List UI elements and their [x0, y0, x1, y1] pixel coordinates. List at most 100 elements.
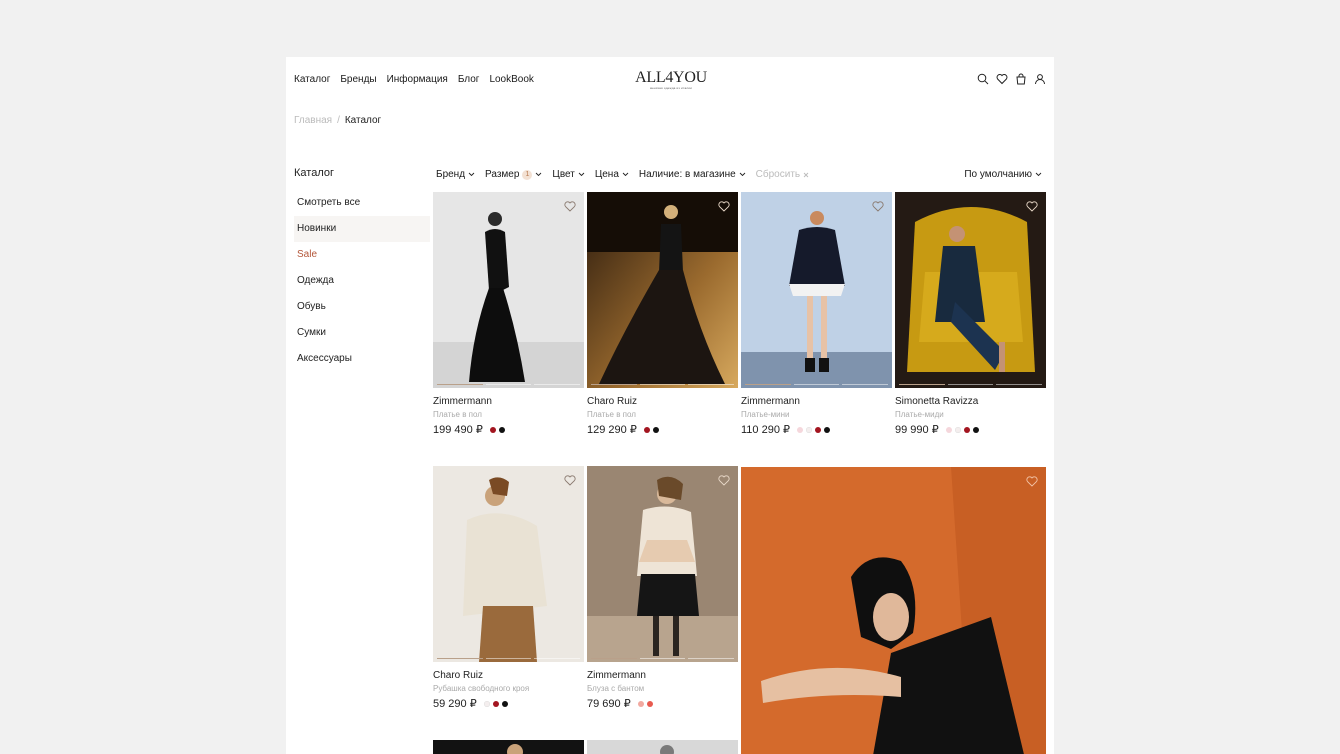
chevron-down-icon	[1035, 172, 1042, 177]
product-photo[interactable]	[587, 466, 738, 662]
product-price: 99 990 ₽	[895, 424, 939, 436]
sidebar-item-sale[interactable]: Sale	[294, 242, 430, 268]
color-swatch[interactable]	[492, 700, 499, 707]
product-brand[interactable]: Zimmermann	[741, 396, 892, 407]
product-photo[interactable]	[741, 192, 892, 388]
product-brand[interactable]: Zimmermann	[587, 670, 738, 681]
product-photo[interactable]	[433, 466, 584, 662]
product-price: 129 290 ₽	[587, 424, 637, 436]
search-icon[interactable]	[977, 73, 989, 85]
color-swatch[interactable]	[972, 426, 979, 433]
color-swatch[interactable]	[824, 426, 831, 433]
product-photo[interactable]	[433, 740, 584, 754]
favorite-heart-icon[interactable]	[718, 201, 730, 212]
filter-availability[interactable]: Наличие: в магазине	[639, 169, 746, 180]
nav-blog[interactable]: Блог	[458, 74, 480, 85]
color-swatch[interactable]	[963, 426, 970, 433]
breadcrumb-current: Каталог	[344, 115, 382, 126]
favorite-heart-icon[interactable]	[564, 475, 576, 486]
logo-tagline: женская одежда из италии	[649, 86, 693, 90]
color-swatch[interactable]	[954, 426, 961, 433]
product-price-row: 99 990 ₽	[895, 423, 1046, 436]
promo-banner[interactable]	[741, 467, 1046, 754]
sidebar-item-clothing[interactable]: Одежда	[294, 268, 430, 294]
product-card[interactable]	[433, 740, 584, 754]
color-swatch[interactable]	[797, 426, 804, 433]
sidebar-title: Каталог	[294, 167, 334, 179]
nav-brands[interactable]: Бренды	[340, 74, 376, 85]
filter-color[interactable]: Цвет	[552, 169, 585, 180]
product-photo[interactable]	[587, 740, 738, 754]
photo-pagination	[591, 658, 735, 659]
color-swatch[interactable]	[637, 700, 644, 707]
chevron-down-icon	[536, 172, 542, 177]
chevron-down-icon	[468, 172, 475, 177]
sidebar-item-all[interactable]: Смотреть все	[294, 190, 430, 216]
product-photo[interactable]	[433, 192, 584, 388]
filter-brand[interactable]: Бренд	[436, 169, 475, 180]
product-brand[interactable]: Charo Ruiz	[433, 670, 584, 681]
product-card[interactable]: Charo Ruiz Платье в пол 129 290 ₽	[587, 192, 738, 436]
product-brand[interactable]: Zimmermann	[433, 396, 584, 407]
sidebar-item-bags[interactable]: Сумки	[294, 320, 430, 346]
product-card[interactable]: Zimmermann Платье в пол 199 490 ₽	[433, 192, 584, 436]
product-price-row: 129 290 ₽	[587, 423, 738, 436]
favorite-heart-icon[interactable]	[1026, 201, 1038, 212]
photo-pagination	[437, 658, 581, 659]
sort-dropdown[interactable]: По умолчанию	[964, 169, 1042, 180]
page: Каталог Бренды Информация Блог LookBook …	[286, 57, 1054, 754]
breadcrumb-home[interactable]: Главная	[294, 115, 332, 126]
filter-price-label: Цена	[594, 169, 619, 180]
product-type: Блуза с бантом	[587, 684, 645, 693]
product-price: 199 490 ₽	[433, 424, 483, 436]
reset-filters-label: Сбросить	[755, 169, 801, 180]
product-card[interactable]: Zimmermann Блуза с бантом 79 690 ₽	[587, 466, 738, 710]
color-swatches	[797, 426, 831, 433]
product-price: 59 290 ₽	[433, 698, 477, 710]
favorite-heart-icon[interactable]	[872, 201, 884, 212]
heart-icon[interactable]	[996, 73, 1008, 85]
product-card[interactable]: Zimmermann Платье-мини 110 290 ₽	[741, 192, 892, 436]
sidebar-item-accessories[interactable]: Аксессуары	[294, 346, 430, 372]
logo[interactable]: ALL4YOU женская одежда из италии	[634, 69, 708, 90]
color-swatch[interactable]	[498, 426, 505, 433]
product-type: Рубашка свободного кроя	[433, 684, 530, 693]
product-photo[interactable]	[587, 192, 738, 388]
breadcrumb-separator: /	[337, 115, 340, 126]
product-card[interactable]: Charo Ruiz Рубашка свободного кроя 59 29…	[433, 466, 584, 710]
nav-lookbook[interactable]: LookBook	[489, 74, 533, 85]
color-swatch[interactable]	[643, 426, 650, 433]
color-swatch[interactable]	[646, 700, 653, 707]
product-brand[interactable]: Simonetta Ravizza	[895, 396, 1046, 407]
product-price: 79 690 ₽	[587, 698, 631, 710]
reset-filters-button[interactable]: Сбросить	[756, 169, 809, 180]
user-icon[interactable]	[1034, 73, 1046, 85]
color-swatches	[637, 700, 653, 707]
sidebar: Смотреть все Новинки Sale Одежда Обувь С…	[294, 190, 430, 372]
color-swatch[interactable]	[945, 426, 952, 433]
filter-size[interactable]: Размер 1	[485, 169, 542, 180]
color-swatch[interactable]	[483, 700, 490, 707]
product-type: Платье в пол	[587, 410, 636, 419]
color-swatches	[489, 426, 505, 433]
product-card[interactable]: Simonetta Ravizza Платье-миди 99 990 ₽	[895, 192, 1046, 436]
favorite-heart-icon[interactable]	[718, 475, 730, 486]
favorite-heart-icon[interactable]	[1026, 476, 1038, 487]
favorite-heart-icon[interactable]	[564, 201, 576, 212]
color-swatch[interactable]	[489, 426, 496, 433]
filter-price[interactable]: Цена	[595, 169, 629, 180]
color-swatch[interactable]	[806, 426, 813, 433]
sort-label: По умолчанию	[964, 169, 1032, 180]
nav-catalog[interactable]: Каталог	[294, 74, 330, 85]
nav-info[interactable]: Информация	[387, 74, 448, 85]
filter-bar: Бренд Размер 1 Цвет Цена Наличие: в мага…	[436, 169, 809, 180]
product-card[interactable]	[587, 740, 738, 754]
sidebar-item-new[interactable]: Новинки	[294, 216, 430, 242]
color-swatch[interactable]	[501, 700, 508, 707]
bag-icon[interactable]	[1015, 73, 1027, 85]
color-swatch[interactable]	[815, 426, 822, 433]
sidebar-item-shoes[interactable]: Обувь	[294, 294, 430, 320]
color-swatch[interactable]	[652, 426, 659, 433]
product-photo[interactable]	[895, 192, 1046, 388]
product-brand[interactable]: Charo Ruiz	[587, 396, 738, 407]
